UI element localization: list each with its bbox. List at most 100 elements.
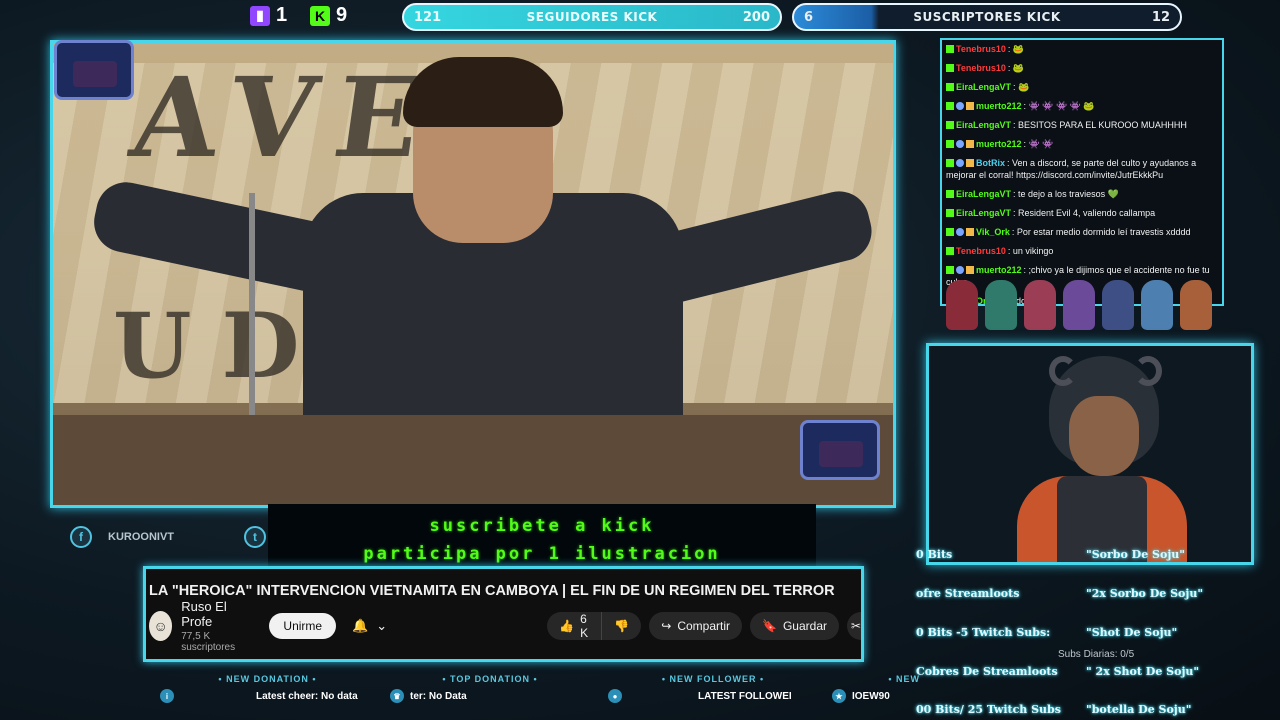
bb-value: ● LATEST FOLLOWEI bbox=[608, 687, 818, 705]
reward-cost: 0 Bits -5 Twitch Subs: bbox=[916, 626, 1051, 639]
chat-message: muerto212: 👾 👾 bbox=[942, 135, 1222, 154]
bb-value-text: IOEW90 bbox=[852, 690, 890, 702]
goal-max: 12 bbox=[1151, 9, 1170, 25]
kick-badge-icon bbox=[946, 266, 954, 274]
chat-username[interactable]: Tenebrus10 bbox=[956, 44, 1006, 54]
chat-panel[interactable]: Tenebrus10: 🐸 Tenebrus10: 🐸 EiraLengaVT: 🐸… bbox=[940, 38, 1224, 306]
mod-badge-icon bbox=[956, 228, 964, 236]
chat-username[interactable]: Tenebrus10 bbox=[956, 63, 1006, 73]
kick-promo-line2: participa por 1 ilustracion bbox=[363, 544, 721, 564]
save-button[interactable]: 🔖 Guardar bbox=[750, 612, 839, 640]
chibi-character bbox=[946, 280, 978, 330]
chat-username[interactable]: muerto212 bbox=[976, 101, 1022, 111]
youtube-video-info: LA "HEROICA" INTERVENCION VIETNAMITA EN … bbox=[143, 566, 864, 662]
kick-promo-line1: suscribete a kick bbox=[429, 516, 655, 536]
goal-max: 200 bbox=[742, 9, 770, 25]
vtuber-avatar-frame bbox=[926, 343, 1254, 565]
reward-name: "Shot De Soju" bbox=[1086, 626, 1178, 639]
reward-name: " 2x Shot De Soju" bbox=[1086, 665, 1200, 678]
chat-text: 👾 👾 👾 👾 🐸 bbox=[1028, 101, 1095, 111]
twitch-count: 1 bbox=[276, 4, 288, 26]
bb-value-text: ter: No Data bbox=[410, 690, 467, 702]
chat-username[interactable]: muerto212 bbox=[976, 139, 1022, 149]
chat-message: Tenebrus10: 🐸 bbox=[942, 40, 1222, 59]
share-icon: ↪ bbox=[661, 619, 672, 633]
chat-username[interactable]: EiraLengaVT bbox=[956, 120, 1011, 130]
kick-badge-icon bbox=[946, 159, 954, 167]
kick-badge-icon bbox=[946, 102, 954, 110]
chibi-character bbox=[1024, 280, 1056, 330]
chat-text: te dejo a los traviesos 💚 bbox=[1018, 189, 1119, 199]
chat-message: EiraLengaVT: 🐸 bbox=[942, 78, 1222, 97]
goal-title: SEGUIDORES KICK bbox=[526, 10, 658, 24]
reward-item: 0 Bits -5 Twitch Subs: "Shot De Soju" bbox=[916, 626, 1280, 646]
social-handle: KUROONIVT bbox=[108, 531, 174, 543]
bookmark-icon: 🔖 bbox=[762, 619, 777, 633]
twitch-icon: ▮ bbox=[250, 5, 270, 26]
chat-text: Por estar medio dormido leí travestis xd… bbox=[1016, 227, 1191, 237]
kick-count: 9 bbox=[336, 4, 348, 26]
chat-text: 🐸 bbox=[1012, 63, 1025, 73]
chibi-characters bbox=[946, 280, 1226, 332]
chat-username[interactable]: Tenebrus10 bbox=[956, 246, 1006, 256]
new-subscriber: • NEW ★ IOEW90 bbox=[832, 674, 920, 714]
pixel-mascot bbox=[54, 40, 134, 100]
thumbs-up-icon: 👍 bbox=[559, 619, 575, 633]
thumbs-down-icon: 👎 bbox=[614, 619, 630, 633]
share-button[interactable]: ↪ Compartir bbox=[649, 612, 743, 640]
chat-message: EiraLengaVT: te dejo a los traviesos 💚 bbox=[942, 185, 1222, 204]
chat-username[interactable]: muerto212 bbox=[976, 265, 1022, 275]
goal-min: 6 bbox=[804, 9, 814, 25]
kick-badge-icon bbox=[946, 247, 954, 255]
bell-icon: 🔔 bbox=[352, 618, 369, 633]
bb-value-text: Latest cheer: No data bbox=[256, 690, 358, 702]
notifications-button[interactable]: 🔔 ⌄ bbox=[342, 613, 397, 639]
chat-username[interactable]: EiraLengaVT bbox=[956, 82, 1011, 92]
join-button[interactable]: Unirme bbox=[269, 613, 337, 639]
chat-message: Vik_Ork: Por estar medio dormido leí tra… bbox=[942, 223, 1222, 242]
channel-name[interactable]: Ruso El Profe bbox=[181, 599, 247, 629]
rewards-list: 0 Bits "Sorbo De Soju" ofre Streamloots … bbox=[916, 540, 1280, 720]
mod-badge-icon bbox=[956, 266, 964, 274]
facebook-icon[interactable]: f bbox=[70, 526, 92, 548]
kick-badge-icon bbox=[946, 83, 954, 91]
top-bar: ▮ 1 K 9 121 SEGUIDORES KICK 200 6 SUSCRI… bbox=[0, 0, 1280, 34]
bb-heading: • NEW FOLLOWER • bbox=[661, 674, 765, 684]
chat-username[interactable]: Vik_Ork bbox=[976, 227, 1010, 237]
chat-username[interactable]: EiraLengaVT bbox=[956, 208, 1011, 218]
video-player[interactable]: AVEI UDO bbox=[53, 43, 893, 505]
video-actions-row: ☺ Ruso El Profe 77,5 K suscriptores Unir… bbox=[149, 599, 861, 653]
kick-badge-icon bbox=[946, 209, 954, 217]
speaker-hair bbox=[403, 57, 563, 127]
kick-badge-icon bbox=[946, 121, 954, 129]
reward-item: 00 Bits/ 25 Twitch Subs "botella De Soju… bbox=[916, 703, 1280, 720]
reward-name: "Sorbo De Soju" bbox=[1086, 548, 1186, 561]
dislike-button[interactable]: 👎 bbox=[602, 612, 642, 640]
like-button[interactable]: 👍 6 K bbox=[547, 612, 603, 640]
mod-badge-icon bbox=[956, 140, 964, 148]
chat-username[interactable]: BotRix bbox=[976, 158, 1005, 168]
kick-counter: K 9 bbox=[310, 4, 347, 27]
goal-title: SUSCRIPTORES KICK bbox=[913, 10, 1061, 24]
kick-badge-icon bbox=[946, 64, 954, 72]
chat-text: un vikingo bbox=[1012, 246, 1054, 256]
like-count: 6 K bbox=[580, 612, 589, 640]
video-frame[interactable]: AVEI UDO bbox=[50, 40, 896, 508]
reward-cost: ofre Streamloots bbox=[916, 587, 1020, 600]
pixel-mascot bbox=[800, 420, 880, 480]
channel-avatar[interactable]: ☺ bbox=[149, 611, 173, 641]
more-button[interactable]: ✂ bbox=[847, 612, 861, 640]
bb-value: i Latest cheer: No data bbox=[160, 687, 375, 705]
kick-badge-icon bbox=[946, 45, 954, 53]
gift-badge-icon bbox=[966, 159, 974, 167]
followers-goal-bar: 121 SEGUIDORES KICK 200 bbox=[402, 3, 782, 31]
chibi-character bbox=[985, 280, 1017, 330]
share-label: Compartir bbox=[677, 619, 731, 633]
chat-username[interactable]: EiraLengaVT bbox=[956, 189, 1011, 199]
stream-overlay: ▮ 1 K 9 121 SEGUIDORES KICK 200 6 SUSCRI… bbox=[0, 0, 1280, 720]
chat-message: EiraLengaVT: Resident Evil 4, valiendo c… bbox=[942, 204, 1222, 223]
chat-message: muerto212: 👾 👾 👾 👾 🐸 bbox=[942, 97, 1222, 116]
avatar-horn bbox=[1134, 356, 1162, 386]
twitter-icon[interactable]: t bbox=[244, 526, 266, 548]
gift-badge-icon bbox=[966, 140, 974, 148]
